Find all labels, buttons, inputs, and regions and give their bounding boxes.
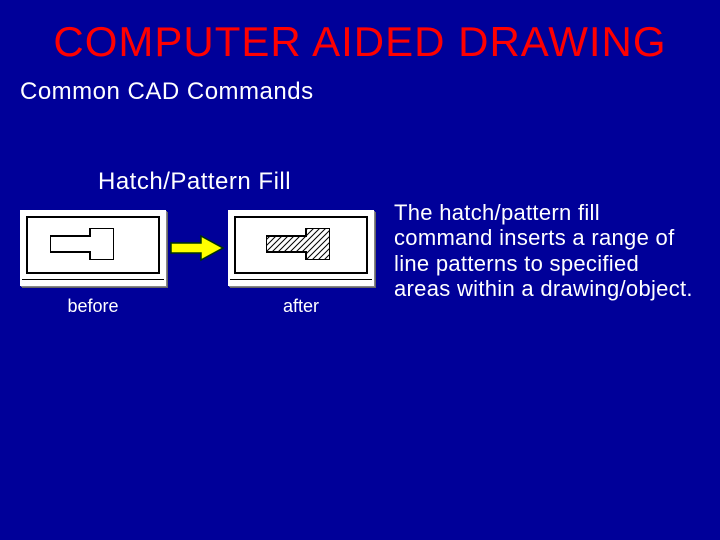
after-label: after bbox=[228, 296, 374, 317]
diagram-row bbox=[20, 210, 374, 286]
diagram-labels: before after bbox=[20, 296, 374, 317]
after-diagram bbox=[228, 210, 374, 286]
before-frame bbox=[26, 216, 160, 274]
page-title: COMPUTER AIDED DRAWING bbox=[0, 0, 720, 66]
feature-title: Hatch/Pattern Fill bbox=[98, 168, 291, 196]
subtitle: Common CAD Commands bbox=[0, 66, 720, 106]
before-diagram bbox=[20, 210, 166, 286]
before-label: before bbox=[20, 296, 166, 317]
description-text: The hatch/pattern fill command inserts a… bbox=[394, 200, 694, 301]
after-shape-icon bbox=[266, 228, 330, 260]
after-frame bbox=[234, 216, 368, 274]
before-shape-icon bbox=[50, 228, 114, 260]
arrow-icon bbox=[166, 233, 228, 263]
